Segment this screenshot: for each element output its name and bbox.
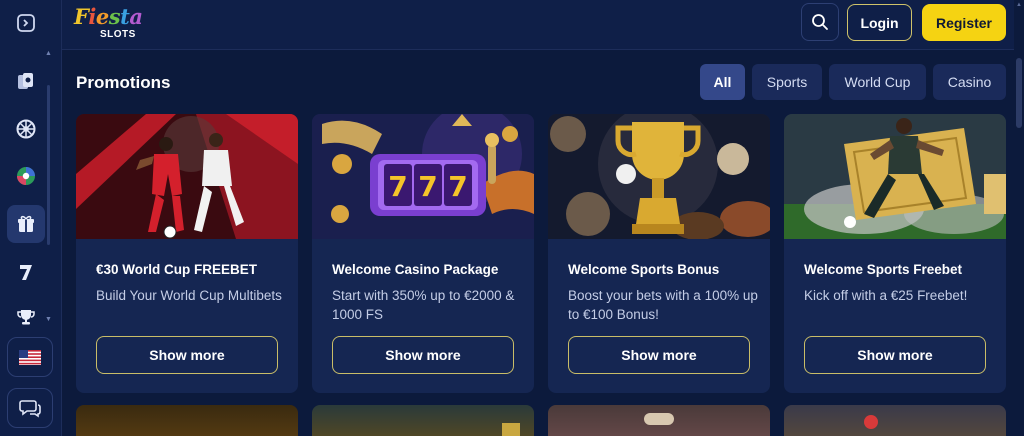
sidebar-item-roulette[interactable] bbox=[7, 110, 45, 148]
sidebar-item-slots[interactable] bbox=[7, 253, 45, 291]
promo-card-partial bbox=[784, 405, 1006, 436]
promo-card-partial bbox=[312, 405, 534, 436]
scroll-up-arrow[interactable]: ▲ bbox=[45, 50, 52, 57]
sidebar-toggle-icon bbox=[17, 14, 35, 32]
promo-card-partial bbox=[548, 405, 770, 436]
promo-card: €30 World Cup FREEBET Build Your World C… bbox=[76, 114, 298, 393]
svg-text:7: 7 bbox=[448, 170, 467, 203]
show-more-button[interactable]: Show more bbox=[804, 336, 986, 374]
chat-icon bbox=[19, 400, 41, 418]
filter-world-cup[interactable]: World Cup bbox=[829, 64, 926, 100]
language-selector[interactable] bbox=[7, 337, 53, 377]
promo-image-world-cup bbox=[76, 114, 298, 239]
register-button[interactable]: Register bbox=[922, 4, 1006, 41]
svg-text:7: 7 bbox=[388, 170, 407, 203]
lucky-seven-icon bbox=[20, 265, 32, 280]
promo-description: Build Your World Cup Multibets bbox=[96, 288, 282, 303]
gift-icon bbox=[18, 215, 34, 232]
show-more-button[interactable]: Show more bbox=[96, 336, 278, 374]
promo-card: Welcome Sports Freebet Kick off with a €… bbox=[784, 114, 1006, 393]
page-scroll-up-arrow[interactable]: ▲ bbox=[1016, 2, 1022, 8]
promo-description: Start with 350% up to €2000 & 1000 FS bbox=[332, 288, 515, 322]
filter-sports[interactable]: Sports bbox=[752, 64, 822, 100]
search-button[interactable] bbox=[801, 3, 839, 41]
sidebar-item-live-casino[interactable] bbox=[7, 62, 45, 100]
promo-title: Welcome Casino Package bbox=[332, 262, 499, 277]
sidebar-item-tournaments[interactable] bbox=[7, 298, 45, 336]
show-more-button[interactable]: Show more bbox=[568, 336, 750, 374]
us-flag-icon bbox=[19, 349, 41, 365]
svg-text:7: 7 bbox=[418, 170, 437, 203]
promo-title: Welcome Sports Freebet bbox=[804, 262, 963, 277]
login-button[interactable]: Login bbox=[847, 4, 912, 41]
trophy-icon bbox=[17, 310, 35, 325]
page-scroll-thumb[interactable] bbox=[1016, 58, 1022, 128]
promo-description: Kick off with a €25 Freebet! bbox=[804, 288, 968, 303]
sidebar-scrollbar[interactable] bbox=[47, 85, 50, 245]
promo-card: Welcome Sports Bonus Boost your bets wit… bbox=[548, 114, 770, 393]
sidebar-toggle-button[interactable] bbox=[7, 4, 45, 42]
promo-description: Boost your bets with a 100% up to €100 B… bbox=[568, 288, 758, 322]
search-icon bbox=[812, 14, 828, 30]
football-icon bbox=[17, 167, 35, 185]
roulette-icon bbox=[16, 119, 36, 139]
poker-chips-icon bbox=[18, 73, 33, 89]
live-chat-button[interactable] bbox=[7, 388, 53, 428]
promo-image-casino: 7 7 7 bbox=[312, 114, 534, 239]
filter-all[interactable]: All bbox=[700, 64, 745, 100]
show-more-button[interactable]: Show more bbox=[332, 336, 514, 374]
promo-card: 7 7 7 Welcome Casino Package Start with … bbox=[312, 114, 534, 393]
page-title: Promotions bbox=[76, 73, 171, 92]
promo-title: Welcome Sports Bonus bbox=[568, 262, 720, 277]
scroll-down-arrow[interactable]: ▼ bbox=[45, 316, 52, 323]
promo-card-partial bbox=[76, 405, 298, 436]
filter-casino[interactable]: Casino bbox=[933, 64, 1006, 100]
logo-text: Fiesta bbox=[74, 4, 143, 29]
promo-title: €30 World Cup FREEBET bbox=[96, 262, 258, 277]
site-logo[interactable]: Fiesta SLOTS bbox=[74, 4, 156, 44]
sidebar-item-promotions[interactable] bbox=[7, 205, 45, 243]
page-scrollbar[interactable]: ▲ bbox=[1014, 0, 1024, 436]
sidebar-item-sports[interactable] bbox=[7, 157, 45, 195]
top-header: Fiesta SLOTS Login Register bbox=[62, 0, 1024, 50]
sidebar: ▲ ▼ bbox=[0, 0, 62, 436]
logo-subtext: SLOTS bbox=[100, 29, 136, 40]
promo-image-sports-bonus bbox=[548, 114, 770, 239]
promo-image-sports-freebet bbox=[784, 114, 1006, 239]
